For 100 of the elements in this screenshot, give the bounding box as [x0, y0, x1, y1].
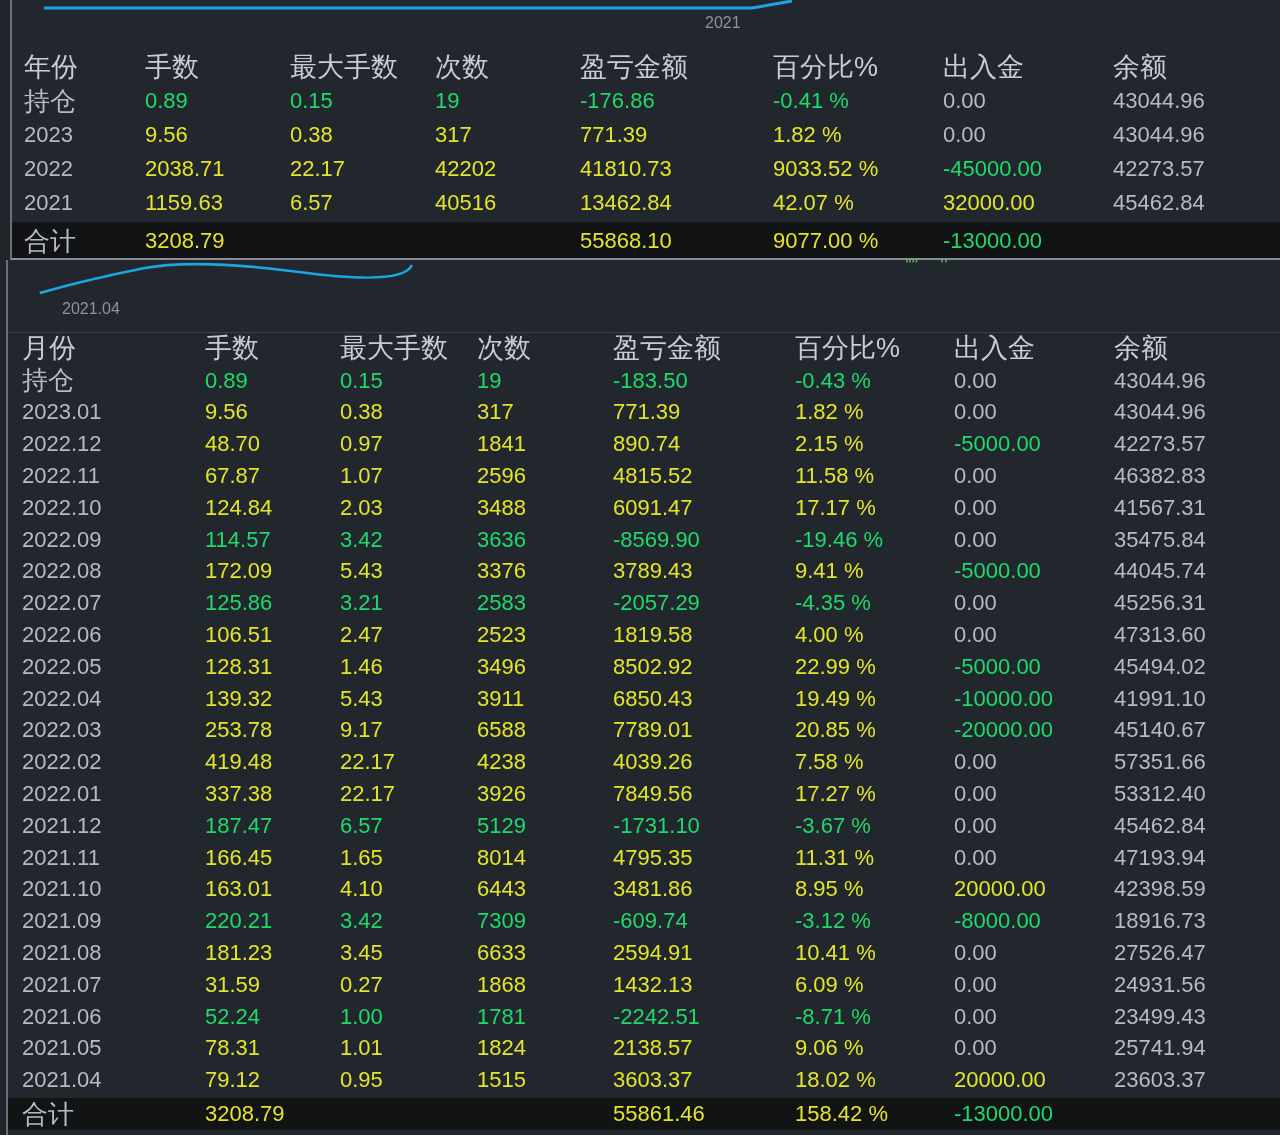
table-cell: 47313.60 — [1114, 622, 1206, 648]
table-cell: 0.00 — [954, 622, 997, 648]
table-cell: 172.09 — [205, 559, 273, 584]
table-cell: 42.07 % — [773, 190, 854, 216]
table-cell: 8014 — [477, 845, 526, 870]
table-cell: 9.56 — [205, 400, 248, 425]
table-cell: 4039.26 — [613, 750, 693, 775]
table-cell: -5000.00 — [954, 559, 1041, 584]
table-cell: 45494.02 — [1114, 654, 1206, 679]
table-cell: 42273.57 — [1114, 432, 1206, 457]
table-cell: 0.00 — [954, 813, 997, 838]
table-cell: -5000.00 — [954, 432, 1041, 457]
table-cell: 4238 — [477, 750, 526, 775]
period-cell: 2022.03 — [22, 718, 102, 743]
table-cell: 0.00 — [954, 940, 997, 966]
column-header: 盈亏金额 — [580, 53, 688, 81]
period-cell: 2022.11 — [22, 464, 100, 489]
table-cell: 8.95 % — [795, 877, 864, 902]
table-cell: 128.31 — [205, 654, 273, 679]
table-cell: 2594.91 — [613, 940, 693, 966]
table-cell: 42202 — [435, 156, 497, 182]
table-cell: 0.00 — [954, 972, 997, 997]
column-header: 最大手数 — [340, 335, 448, 363]
table-cell: 41991.10 — [1114, 686, 1206, 711]
table-cell: 0.00 — [954, 368, 997, 393]
table-cell: 2038.71 — [145, 156, 225, 182]
table-cell: -176.86 — [580, 88, 655, 114]
table-cell: 48.70 — [205, 432, 261, 457]
table-cell: 9077.00 % — [773, 228, 879, 254]
table-cell: 158.42 % — [795, 1102, 888, 1127]
table-cell: 40516 — [435, 190, 497, 216]
table-cell: 2596 — [477, 464, 526, 489]
table-cell: 0.00 — [954, 400, 997, 425]
table-cell: 1868 — [477, 972, 526, 997]
period-cell: 持仓 — [22, 366, 74, 395]
table-cell: 47193.94 — [1114, 845, 1206, 870]
table-cell: 6633 — [477, 940, 526, 966]
period-cell: 2023.01 — [22, 400, 102, 425]
table-cell: 3636 — [477, 527, 526, 552]
table-cell: 18916.73 — [1114, 909, 1206, 934]
table-cell: 6850.43 — [613, 686, 693, 711]
table-cell: 3.42 — [340, 527, 383, 552]
table-cell: 43044.96 — [1114, 400, 1206, 425]
table-cell: 57351.66 — [1114, 750, 1206, 775]
table-cell: 890.74 — [613, 432, 681, 457]
table-cell: 27526.47 — [1114, 940, 1206, 966]
period-cell: 2021.09 — [22, 909, 102, 934]
total-label: 合计 — [22, 1099, 74, 1129]
table-cell: 1.01 — [340, 1036, 383, 1061]
table-cell: 3926 — [477, 781, 526, 807]
table-cell: 0.00 — [954, 845, 997, 870]
table-cell: 3789.43 — [613, 559, 693, 584]
table-cell: 6.57 — [290, 190, 333, 216]
table-cell: 3481.86 — [613, 877, 693, 902]
table-cell: 32000.00 — [943, 190, 1035, 216]
column-header: 余额 — [1114, 335, 1168, 363]
table-cell: 4795.35 — [613, 845, 693, 870]
table-cell: 23603.37 — [1114, 1068, 1206, 1093]
table-cell: 3911 — [477, 686, 525, 711]
table-cell: 0.89 — [205, 368, 248, 393]
column-header: 月份 — [22, 335, 76, 363]
table-cell: 9.41 % — [795, 559, 864, 584]
table-cell: 1515 — [477, 1068, 526, 1093]
period-cell: 2021.04 — [22, 1068, 102, 1093]
table-cell: 0.00 — [954, 1004, 997, 1029]
table-cell: -0.43 % — [795, 368, 871, 393]
chart-axis-label: 2021.04 — [62, 300, 120, 318]
table-cell: 106.51 — [205, 622, 273, 648]
table-cell: 35475.84 — [1114, 527, 1206, 552]
table-cell: 4.00 % — [795, 622, 864, 648]
period-cell: 2021 — [24, 190, 73, 216]
table-cell: 317 — [477, 400, 514, 425]
table-cell: 187.47 — [205, 813, 273, 838]
table-cell: 139.32 — [205, 686, 273, 711]
period-cell: 2022.02 — [22, 750, 102, 775]
table-cell: 18.02 % — [795, 1068, 876, 1093]
column-header: 次数 — [435, 53, 489, 81]
table-cell: 3603.37 — [613, 1068, 693, 1093]
column-header: 手数 — [205, 335, 259, 363]
period-cell: 2021.12 — [22, 813, 102, 838]
table-cell: 3.42 — [340, 909, 383, 934]
table-cell: 0.00 — [954, 464, 997, 489]
table-cell: 22.17 — [340, 781, 396, 807]
table-cell: 419.48 — [205, 750, 273, 775]
column-header: 次数 — [477, 335, 531, 363]
table-cell: 79.12 — [205, 1068, 261, 1093]
table-cell: 125.86 — [205, 591, 273, 616]
table-cell: 7309 — [477, 909, 526, 934]
period-cell: 2022.01 — [22, 781, 102, 807]
table-cell: 317 — [435, 122, 472, 148]
period-cell: 2022.12 — [22, 432, 102, 457]
table-cell: -8000.00 — [954, 909, 1041, 934]
period-cell: 2022.07 — [22, 591, 102, 616]
table-cell: -0.41 % — [773, 88, 849, 114]
table-cell: 43044.96 — [1113, 88, 1205, 114]
table-cell: 2.15 % — [795, 432, 864, 457]
chart-axis-label: 2021 — [705, 14, 741, 32]
table-cell: 10.41 % — [795, 940, 876, 966]
table-cell: 22.17 — [340, 750, 396, 775]
table-cell: 7789.01 — [613, 718, 693, 743]
